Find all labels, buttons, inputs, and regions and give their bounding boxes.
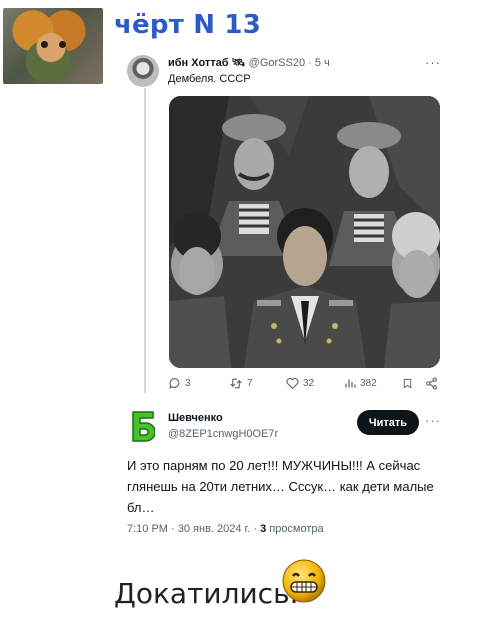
retweet-icon (230, 378, 242, 389)
views-chart-icon (345, 379, 356, 388)
reply-tweet-views-label: просмотра (266, 523, 324, 535)
parent-tweet-display-name[interactable]: ибн Хоттаб 🛰 (168, 57, 246, 69)
retweet-count: 7 (247, 378, 253, 389)
views-count: 382 (360, 378, 377, 389)
group-portrait-image (169, 96, 440, 368)
reply-count: 3 (185, 378, 191, 389)
avatar-eye-left (41, 41, 48, 48)
share-action[interactable] (425, 377, 438, 390)
reply-tweet-handle[interactable]: @8ZEP1cnwgH0OE7r (168, 428, 278, 440)
avatar-eye-right (59, 41, 66, 48)
views-action[interactable]: 382 (344, 377, 377, 390)
parent-tweet-photo[interactable] (169, 96, 440, 368)
reply-tweet-more-icon[interactable]: ··· (425, 413, 441, 428)
footer-comment-text: Докатились. (114, 577, 299, 610)
reply-tweet-meta: 7:10 PM · 30 янв. 2024 г. · 3 просмотра (127, 523, 324, 535)
bookmark-icon (403, 378, 412, 389)
parent-tweet-header: ибн Хоттаб 🛰 @GorSS20 · 5 ч (168, 56, 330, 69)
reply-icon (169, 378, 180, 389)
parent-tweet-handle[interactable]: @GorSS20 (249, 57, 305, 69)
header-avatar-image (3, 8, 103, 84)
retweet-action[interactable]: 7 (229, 377, 253, 390)
follow-read-button[interactable]: Читать (357, 410, 419, 435)
parent-tweet-avatar[interactable] (127, 55, 159, 87)
like-count: 32 (303, 378, 315, 389)
thread-connector-line (144, 88, 146, 393)
page-title: чёрт N 13 (114, 10, 262, 40)
reply-tweet-text: И это парням по 20 лет!!! МУЖЧИНЫ!!! А с… (127, 458, 434, 515)
heart-icon (286, 377, 299, 390)
like-action[interactable]: 32 (286, 377, 314, 390)
parent-tweet-more-icon[interactable]: ··· (425, 55, 441, 70)
reply-tweet-display-name[interactable]: Шевченко (168, 412, 223, 424)
reply-tweet-date[interactable]: 7:10 PM · 30 янв. 2024 г. · (127, 523, 260, 535)
reply-action[interactable]: 3 (168, 377, 191, 390)
reply-tweet-avatar[interactable] (131, 410, 156, 443)
parent-tweet-text: Дембеля. СССР (168, 73, 251, 85)
bookmark-action[interactable] (402, 377, 413, 390)
parent-tweet-action-bar: 3 7 32 382 (168, 377, 443, 393)
parent-tweet-time[interactable]: · 5 ч (308, 57, 330, 69)
letter-b-avatar-icon (132, 411, 156, 442)
grinning-smiley-icon (281, 558, 327, 604)
share-icon (426, 377, 437, 390)
